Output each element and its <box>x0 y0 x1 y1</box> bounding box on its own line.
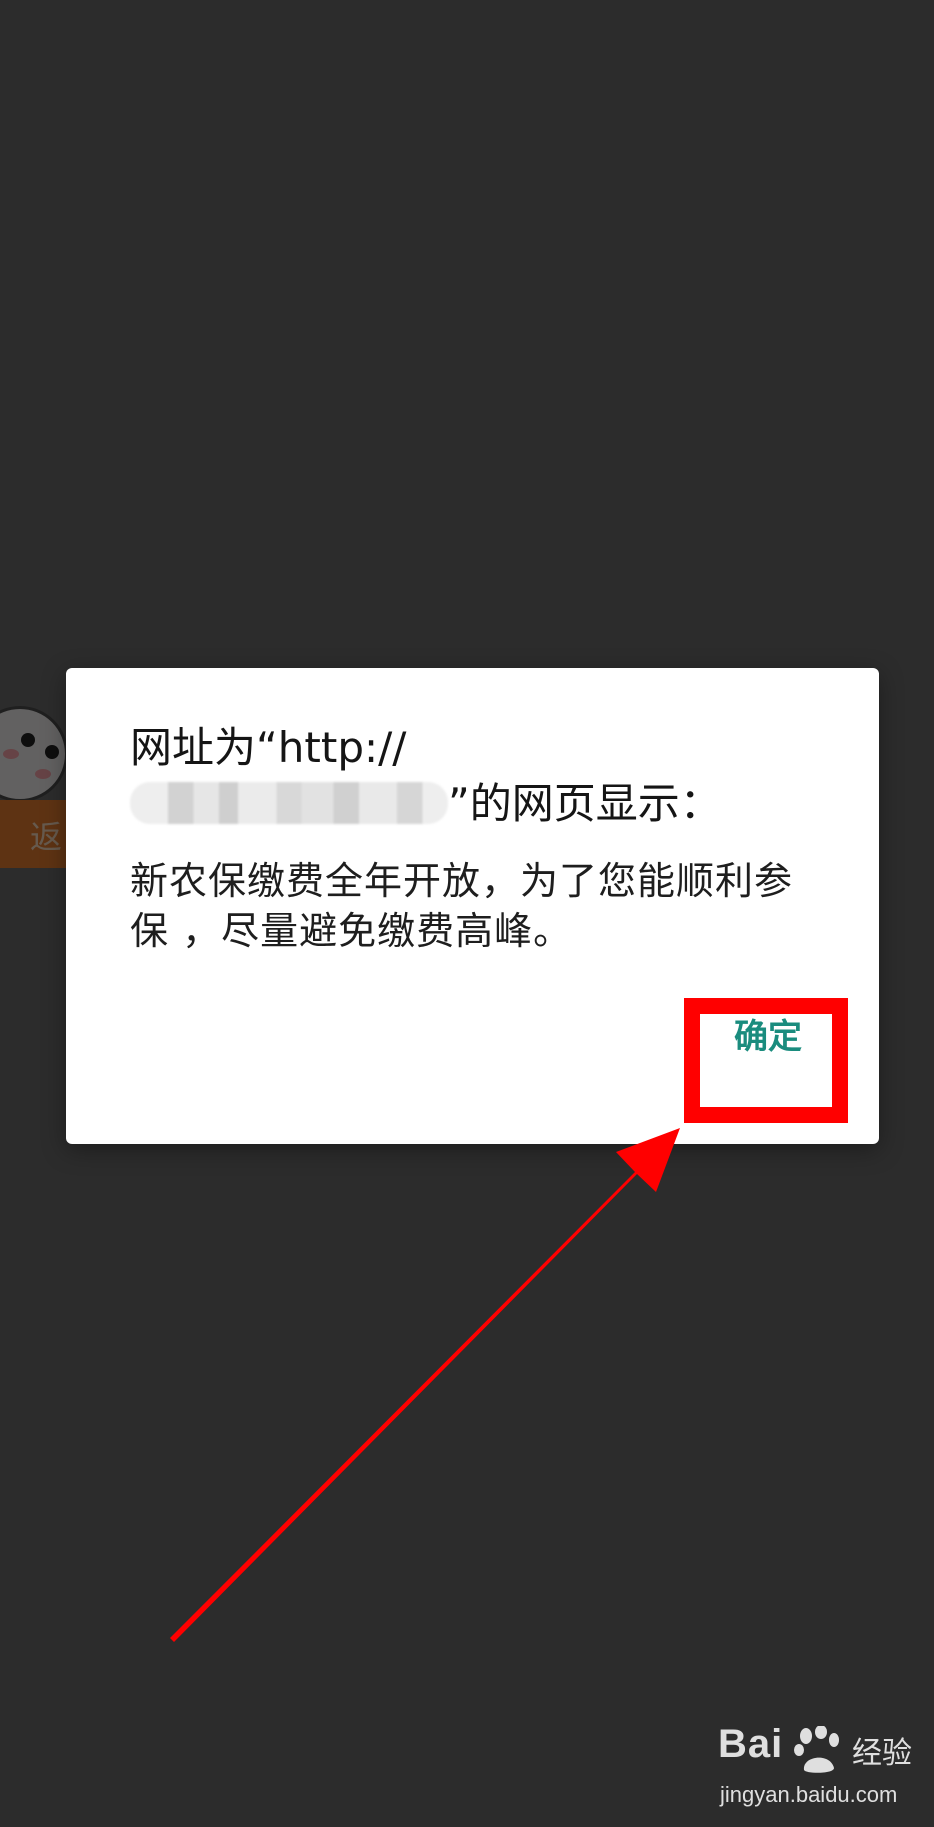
paw-icon <box>794 1726 839 1773</box>
confirm-button[interactable]: 确定 <box>694 988 842 1078</box>
dialog-title-line-1: 网址为“http:// <box>130 723 407 772</box>
watermark-url: jingyan.baidu.com <box>720 1782 898 1807</box>
dialog-message: 新农保缴费全年开放，为了您能顺利参保 ，尽量避免缴费高峰。 <box>130 859 794 953</box>
dialog-title: 网址为“http:// ”的网页显示： <box>130 720 830 832</box>
alert-dialog: 网址为“http:// ”的网页显示： 新农保缴费全年开放，为了您能顺利参保 ，… <box>66 668 879 1144</box>
dialog-title-suffix: ”的网页显示： <box>448 779 722 828</box>
redacted-url <box>130 782 448 824</box>
watermark-brand-cn: 经验 <box>852 1736 912 1771</box>
watermark-logo: Bai 经验 jingyan.baidu.com <box>712 1722 922 1818</box>
dialog-title-line-2: ”的网页显示： <box>130 776 830 832</box>
watermark-brand: Bai <box>718 1722 784 1766</box>
